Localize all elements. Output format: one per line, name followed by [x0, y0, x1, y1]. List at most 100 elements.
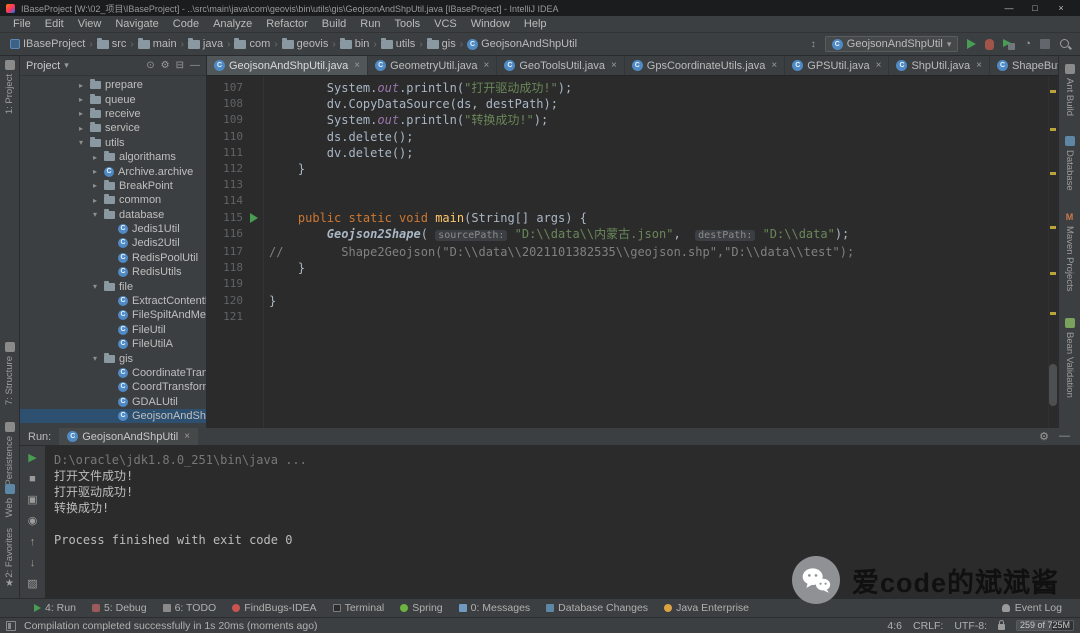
tree-item-jedis1util[interactable]: C Jedis1Util [20, 222, 206, 236]
gear-icon[interactable]: ⚙ [1039, 430, 1049, 443]
tree-item-redisutils[interactable]: C RedisUtils [20, 265, 206, 279]
menu-item-refactor[interactable]: Refactor [259, 18, 315, 30]
close-icon[interactable]: × [611, 60, 617, 71]
run-line-icon[interactable] [247, 210, 261, 226]
locate-file-icon[interactable]: ⊙ [146, 60, 154, 71]
menu-item-tools[interactable]: Tools [387, 18, 427, 30]
menu-item-code[interactable]: Code [166, 18, 206, 30]
tree-item-archive-archive[interactable]: ▸ C Archive.archive [20, 164, 206, 178]
tree-item-gis[interactable]: ▾ gis [20, 351, 206, 365]
toolwindow-button-database[interactable]: Database [1059, 136, 1080, 191]
tree-item-extractcontentf[interactable]: C ExtractContentF [20, 294, 206, 308]
tree-item-gdalutil[interactable]: C GDALUtil [20, 395, 206, 409]
chevron-down-icon[interactable]: ▾ [64, 60, 69, 71]
stop-icon[interactable]: ■ [26, 472, 40, 486]
menu-item-build[interactable]: Build [315, 18, 353, 30]
toolwindow-button-web[interactable]: Web [0, 484, 19, 517]
hide-panel-icon[interactable]: — [1059, 430, 1070, 443]
toolwindow-button-findbugs-idea[interactable]: FindBugs-IDEA [224, 602, 324, 614]
tree-item-breakpoint[interactable]: ▸ BreakPoint [20, 179, 206, 193]
clear-icon[interactable]: ▨ [26, 577, 40, 591]
tree-item-algorithams[interactable]: ▸ algorithams [20, 150, 206, 164]
editor-tab-geotoolsutil-java[interactable]: C GeoToolsUtil.java × [497, 56, 625, 75]
toolwindow-button-persistence[interactable]: Persistence [0, 422, 19, 486]
menu-item-file[interactable]: File [6, 18, 38, 30]
editor-tab-geometryutil-java[interactable]: C GeometryUtil.java × [368, 56, 498, 75]
scroll-down-icon[interactable]: ↓ [26, 556, 40, 570]
pin-icon[interactable]: ◉ [26, 514, 40, 528]
tree-item-jedis2util[interactable]: C Jedis2Util [20, 236, 206, 250]
chevron-right-icon[interactable]: ▸ [90, 153, 100, 162]
chevron-right-icon[interactable]: ▸ [76, 109, 86, 118]
vcs-update-icon[interactable]: ↕ [811, 39, 816, 50]
breadcrumb-item-main[interactable]: main [136, 38, 179, 50]
search-everywhere-icon[interactable] [1059, 38, 1072, 51]
menu-item-window[interactable]: Window [464, 18, 517, 30]
close-icon[interactable]: × [484, 60, 490, 71]
tree-item-service[interactable]: ▸ service [20, 121, 206, 135]
encoding[interactable]: UTF-8: [954, 620, 987, 632]
tree-item-file[interactable]: ▾ file [20, 279, 206, 293]
breadcrumb-item-geojsonandshputil[interactable]: C GeojsonAndShpUtil [465, 38, 579, 50]
toolwindow-button-database-changes[interactable]: Database Changes [538, 602, 656, 614]
chevron-right-icon[interactable]: ▸ [90, 167, 100, 176]
breadcrumb-item-utils[interactable]: utils [379, 38, 418, 50]
tree-item-common[interactable]: ▸ common [20, 193, 206, 207]
close-icon[interactable]: × [354, 60, 360, 71]
editor-tab-gpsutil-java[interactable]: C GPSUtil.java × [785, 56, 890, 75]
toolwindow-button-4-run[interactable]: 4: Run [26, 602, 84, 614]
close-icon[interactable]: × [976, 60, 982, 71]
chevron-down-icon[interactable]: ▾ [76, 138, 86, 147]
tree-item-fileutil[interactable]: C FileUtil [20, 323, 206, 337]
toolwindow-button-spring[interactable]: Spring [392, 602, 450, 614]
breadcrumb-item-com[interactable]: com [232, 38, 272, 50]
tree-item-utils[interactable]: ▾ utils [20, 136, 206, 150]
chevron-right-icon[interactable]: ▸ [76, 81, 86, 90]
close-button[interactable]: × [1048, 3, 1074, 13]
menu-item-navigate[interactable]: Navigate [108, 18, 165, 30]
breadcrumb-item-gis[interactable]: gis [425, 38, 458, 50]
coverage-button[interactable] [1003, 38, 1016, 50]
tree-item-prepare[interactable]: ▸ prepare [20, 78, 206, 92]
editor-tab-geojsonandshputil-java[interactable]: C GeojsonAndShpUtil.java × [207, 56, 369, 75]
tree-item-geojsonandshp[interactable]: C GeojsonAndShp [20, 408, 206, 424]
breadcrumb-item-bin[interactable]: bin [338, 38, 372, 50]
restore-layout-icon[interactable]: ▣ [26, 493, 40, 507]
menu-item-help[interactable]: Help [517, 18, 554, 30]
tree-item-queue[interactable]: ▸ queue [20, 92, 206, 106]
gear-icon[interactable]: ⚙ [161, 60, 170, 71]
tree-item-filespiltandmer[interactable]: C FileSpiltAndMer [20, 308, 206, 322]
profiler-button[interactable]: ◔ [1024, 38, 1031, 50]
scroll-up-icon[interactable]: ↑ [26, 535, 40, 549]
tree-item-coordtransform[interactable]: C CoordTransform [20, 380, 206, 394]
run-button[interactable] [967, 39, 977, 49]
stop-button[interactable] [1040, 39, 1050, 49]
rerun-icon[interactable]: ▶ [26, 451, 40, 465]
close-icon[interactable]: × [771, 60, 777, 71]
toolwindow-button-ant-build[interactable]: Ant Build [1059, 64, 1080, 116]
hide-panel-icon[interactable]: — [190, 60, 200, 71]
chevron-down-icon[interactable]: ▾ [90, 210, 100, 219]
breadcrumb-item-src[interactable]: src [95, 38, 129, 50]
close-icon[interactable]: × [184, 431, 190, 442]
editor-scrollbar[interactable] [1048, 76, 1058, 428]
caret-position[interactable]: 4:6 [887, 620, 902, 632]
project-panel-title[interactable]: Project [26, 60, 60, 72]
run-config-select[interactable]: C GeojsonAndShpUtil ▾ [824, 36, 959, 52]
toolwindow-button-0-messages[interactable]: 0: Messages [451, 602, 539, 614]
favorites-star-icon[interactable]: ★ [0, 578, 19, 589]
breadcrumb-item-ibaseproject[interactable]: IBaseProject [8, 38, 87, 50]
tree-item-fileutila[interactable]: C FileUtilA [20, 337, 206, 351]
toolwindow-button-java-enterprise[interactable]: Java Enterprise [656, 602, 757, 614]
breadcrumb-item-java[interactable]: java [186, 38, 225, 50]
chevron-right-icon[interactable]: ▸ [90, 181, 100, 190]
editor-tab-shapebufferutil-java[interactable]: CShapeBufferUtil.java× [990, 56, 1058, 75]
code-area[interactable]: 107 System.out.println("打开驱动成功!"); 108 dv… [207, 76, 1048, 428]
maximize-button[interactable]: □ [1022, 3, 1048, 13]
menu-item-run[interactable]: Run [353, 18, 387, 30]
minimize-button[interactable]: — [996, 3, 1022, 13]
close-icon[interactable]: × [876, 60, 882, 71]
collapse-all-icon[interactable]: ⊟ [176, 60, 184, 71]
menu-item-analyze[interactable]: Analyze [206, 18, 259, 30]
menu-item-vcs[interactable]: VCS [427, 18, 464, 30]
